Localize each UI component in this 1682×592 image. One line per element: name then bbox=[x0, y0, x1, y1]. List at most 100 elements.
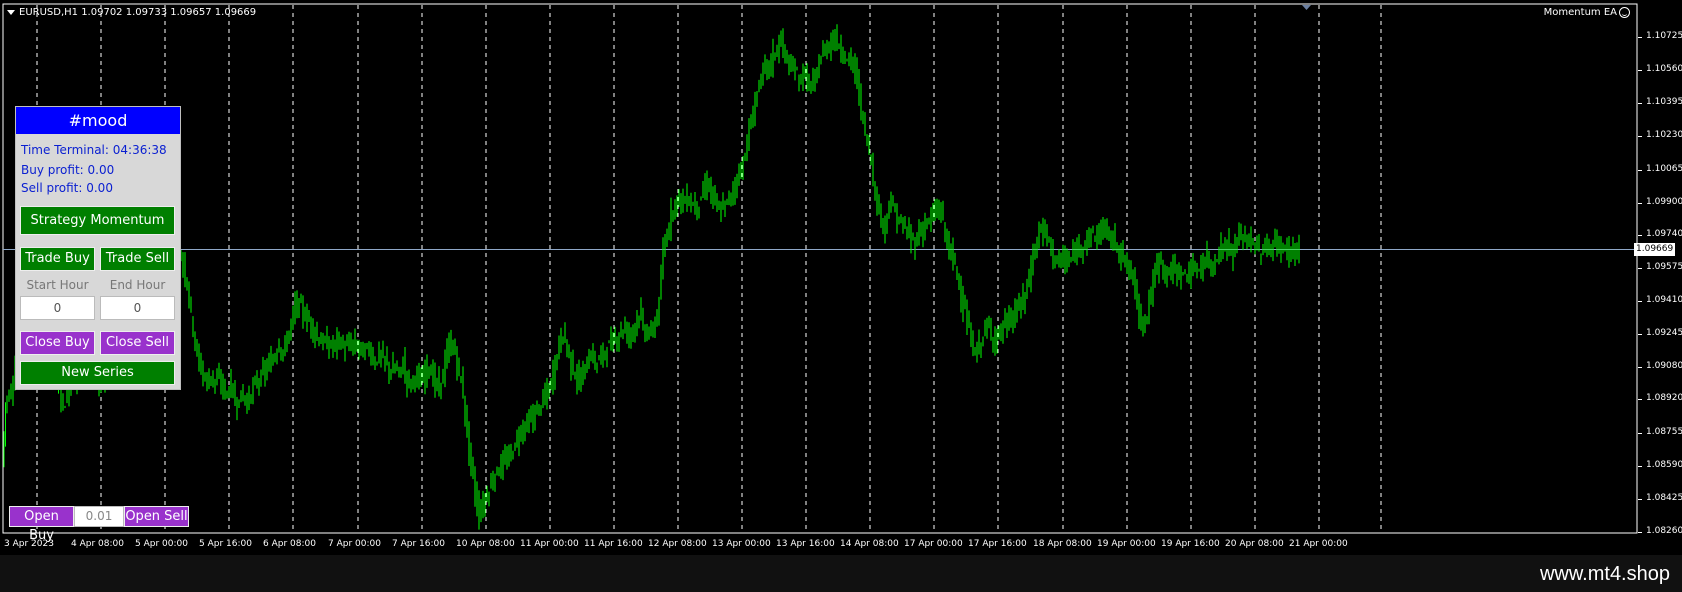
candle-body bbox=[504, 457, 506, 462]
candle-body bbox=[252, 385, 254, 394]
plot-frame bbox=[2, 3, 1638, 534]
candle-body bbox=[1256, 242, 1258, 250]
time-tick-label: 11 Apr 00:00 bbox=[520, 539, 579, 549]
candle-body bbox=[514, 444, 516, 449]
candle-body bbox=[546, 388, 548, 396]
candle-body bbox=[790, 65, 792, 67]
candle-body bbox=[494, 475, 496, 485]
candle-body bbox=[952, 249, 954, 259]
ea-name-label: Momentum EA bbox=[1543, 7, 1617, 18]
end-hour-input[interactable]: 0 bbox=[100, 296, 175, 320]
candle-body bbox=[1254, 244, 1256, 253]
candle-body bbox=[1220, 245, 1222, 259]
candle-body bbox=[388, 363, 390, 372]
price-tick-mark bbox=[1638, 466, 1642, 467]
candle-body bbox=[386, 359, 388, 361]
candle-body bbox=[538, 404, 540, 407]
close-sell-button[interactable]: Close Sell bbox=[100, 331, 175, 355]
candle-body bbox=[280, 348, 282, 353]
candle-body bbox=[400, 367, 402, 370]
price-tick-label: 1.10395 bbox=[1646, 97, 1682, 107]
open-buy-button[interactable]: Open Buy bbox=[9, 506, 74, 543]
candle-body bbox=[1200, 263, 1202, 268]
candle-body bbox=[314, 332, 316, 336]
candle-body bbox=[184, 261, 186, 278]
candle-body bbox=[606, 352, 608, 357]
trade-sell-button[interactable]: Trade Sell bbox=[100, 247, 175, 271]
candle-body bbox=[1060, 255, 1062, 262]
candle-body bbox=[1092, 232, 1094, 234]
candle-body bbox=[942, 209, 944, 220]
candle-body bbox=[936, 209, 938, 212]
candle-body bbox=[984, 324, 986, 332]
time-tick-label: 17 Apr 00:00 bbox=[904, 539, 963, 549]
open-sell-button[interactable]: Open Sell bbox=[124, 506, 189, 527]
candle-body bbox=[430, 374, 432, 376]
candle-body bbox=[794, 68, 796, 76]
candle-body bbox=[844, 57, 846, 61]
candle-body bbox=[1286, 244, 1288, 254]
candle-body bbox=[264, 367, 266, 376]
candle-body bbox=[246, 402, 248, 405]
start-hour-label: Start Hour bbox=[26, 278, 89, 292]
candle-body bbox=[746, 139, 748, 153]
candle-body bbox=[646, 329, 648, 338]
candle-body bbox=[572, 357, 574, 373]
price-tick-label: 1.09900 bbox=[1646, 197, 1682, 207]
candle-body bbox=[650, 327, 652, 329]
candle-body bbox=[958, 275, 960, 283]
candle-body bbox=[358, 346, 360, 348]
candle-body bbox=[1268, 249, 1270, 252]
candle-body bbox=[232, 386, 234, 389]
candle-body bbox=[806, 72, 808, 88]
candle-body bbox=[876, 189, 878, 208]
candle-body bbox=[500, 461, 502, 472]
candle-body bbox=[594, 355, 596, 366]
candle-body bbox=[68, 391, 70, 400]
candle-body bbox=[274, 356, 276, 360]
candle-body bbox=[316, 332, 318, 337]
candle-body bbox=[62, 396, 64, 400]
candle-body bbox=[1040, 228, 1042, 233]
candle-body bbox=[1262, 247, 1264, 251]
chart-area[interactable]: EURUSD,H1 1.09702 1.09733 1.09657 1.0966… bbox=[0, 0, 1682, 555]
chart-menu-triangle-icon[interactable] bbox=[7, 10, 15, 15]
candle-body bbox=[194, 332, 196, 346]
candle-body bbox=[560, 333, 562, 348]
candle-body bbox=[308, 319, 310, 321]
candle-body bbox=[912, 236, 914, 238]
candle-body bbox=[1238, 234, 1240, 242]
start-hour-input[interactable]: 0 bbox=[20, 296, 95, 320]
candle-body bbox=[740, 165, 742, 173]
candle-body bbox=[754, 101, 756, 114]
candle-body bbox=[898, 218, 900, 225]
candle-body bbox=[948, 244, 950, 254]
candle-body bbox=[614, 339, 616, 341]
candle-body bbox=[640, 308, 642, 318]
price-tick-mark bbox=[1638, 235, 1642, 236]
candle-body bbox=[1186, 274, 1188, 278]
candle-body bbox=[1292, 245, 1294, 252]
strategy-momentum-button[interactable]: Strategy Momentum bbox=[20, 206, 175, 235]
candle-body bbox=[1070, 257, 1072, 261]
lot-size-input[interactable]: 0.01 bbox=[74, 506, 124, 527]
candle-body bbox=[1194, 266, 1196, 268]
candle-body bbox=[966, 311, 968, 328]
close-buy-button[interactable]: Close Buy bbox=[20, 331, 95, 355]
candle-body bbox=[866, 138, 868, 143]
candle-body bbox=[334, 340, 336, 342]
candle-body bbox=[622, 330, 624, 333]
candle-body bbox=[1214, 263, 1216, 266]
watermark: www.mt4.shop bbox=[1539, 563, 1670, 585]
candle-body bbox=[1100, 232, 1102, 237]
new-series-button[interactable]: New Series bbox=[20, 361, 175, 385]
trade-buy-button[interactable]: Trade Buy bbox=[20, 247, 95, 271]
candle-body bbox=[272, 359, 274, 364]
candle-body bbox=[496, 468, 498, 474]
time-tick-label: 11 Apr 16:00 bbox=[584, 539, 643, 549]
candle-body bbox=[612, 338, 614, 348]
candle-body bbox=[258, 382, 260, 384]
candle-body bbox=[920, 232, 922, 235]
candle-body bbox=[186, 278, 188, 287]
candle-body bbox=[750, 122, 752, 128]
